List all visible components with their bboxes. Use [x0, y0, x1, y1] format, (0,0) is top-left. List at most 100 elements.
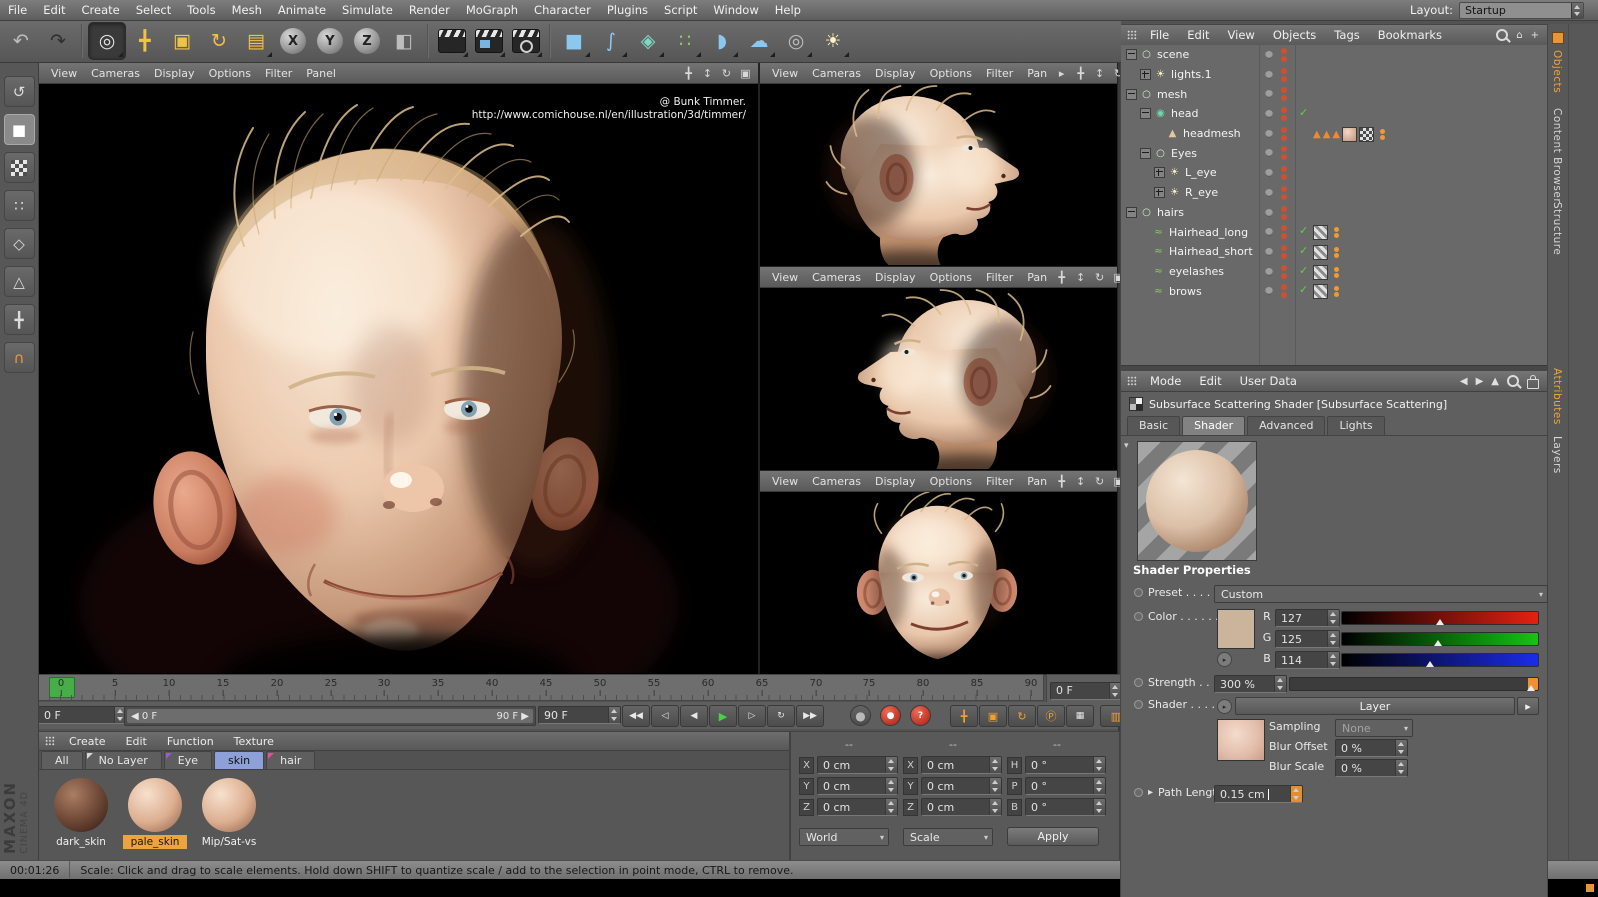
end-frame-field[interactable]: 90 F [538, 706, 621, 724]
am-menu-edit[interactable]: Edit [1190, 374, 1230, 388]
editor-visibility-dot[interactable] [1265, 228, 1273, 237]
stepper[interactable] [1395, 760, 1407, 776]
viewport-canvas[interactable] [760, 288, 1117, 469]
editor-visibility-dot[interactable] [1265, 90, 1273, 99]
timeline-ruler[interactable]: 0 5 10 15 20 25 30 35 40 45 50 55 60 65 … [38, 674, 1044, 701]
material-item[interactable]: Mip/Sat-vs [197, 778, 261, 849]
blue-field[interactable]: 114 [1275, 651, 1340, 669]
viewport-canvas[interactable]: @ Bunk Timmer. http://www.comichouse.nl/… [39, 84, 758, 673]
am-menu-user-data[interactable]: User Data [1231, 374, 1306, 388]
record-button[interactable]: ● [850, 705, 871, 726]
head-render-profile-left[interactable] [760, 288, 1117, 469]
material-menu-edit[interactable]: Edit [116, 735, 157, 748]
tree-row-scene[interactable]: ○ scene [1121, 45, 1547, 65]
collapse-preview-icon[interactable]: ▾ [1124, 441, 1129, 451]
goto-start-button[interactable]: ◀◀ [622, 705, 650, 727]
material-menu-function[interactable]: Function [157, 735, 224, 748]
z-axis-lock-button[interactable]: Z [349, 23, 385, 59]
layout-stepper[interactable] [1571, 2, 1583, 18]
vp-menu-options[interactable]: Options [202, 67, 258, 80]
vp-menu-options[interactable]: Options [923, 67, 979, 80]
blue-slider[interactable] [1341, 653, 1539, 667]
previous-frame-button[interactable]: ◀ [680, 705, 708, 727]
material-item[interactable]: pale_skin [123, 778, 187, 849]
green-field[interactable]: 125 [1275, 630, 1340, 648]
vp-menu-view[interactable]: View [765, 271, 805, 284]
stepper[interactable] [1395, 740, 1407, 756]
tab-basic[interactable]: Basic [1127, 416, 1181, 435]
om-menu-view[interactable]: View [1219, 28, 1264, 42]
head-render-profile-right[interactable] [760, 84, 1117, 265]
hair-tag-icon[interactable] [1330, 226, 1343, 239]
render-visibility-dots[interactable] [1281, 48, 1287, 62]
material-preview-sphere[interactable] [128, 778, 182, 832]
lock-icon[interactable] [1527, 374, 1539, 389]
pos-x-field[interactable]: 0 cm [817, 756, 898, 774]
previous-key-button[interactable]: ◁ [651, 705, 679, 727]
om-menu-objects[interactable]: Objects [1264, 28, 1325, 42]
modeling-button[interactable]: ∷ [667, 23, 703, 59]
autokey-button[interactable]: ? [910, 705, 931, 726]
head-render-front[interactable] [760, 492, 1117, 673]
om-menu-tags[interactable]: Tags [1325, 28, 1368, 42]
rot-b-field[interactable]: 0 ° [1025, 798, 1106, 816]
preview-range-slider[interactable]: ◀ 0 F 90 F ▶ [124, 706, 536, 726]
slider-handle[interactable] [1436, 619, 1444, 625]
menu-simulate[interactable]: Simulate [334, 0, 401, 20]
vp-menu-options[interactable]: Options [923, 475, 979, 488]
om-menu-bookmarks[interactable]: Bookmarks [1369, 28, 1451, 42]
shader-preview[interactable] [1137, 441, 1257, 561]
model-mode-button[interactable]: ■ [3, 114, 35, 145]
menu-file[interactable]: File [0, 0, 35, 20]
material-tab-hair[interactable]: hair [266, 751, 316, 769]
spline-button[interactable]: ∫ [593, 23, 629, 59]
enabled-check-icon[interactable]: ✓ [1299, 264, 1308, 277]
undo-button[interactable]: ↶ [3, 23, 39, 59]
shader-menu-button[interactable]: ▸ [1517, 697, 1539, 715]
red-field[interactable]: 127 [1275, 609, 1340, 627]
stepper[interactable] [1274, 676, 1286, 692]
render-visibility-dots[interactable] [1281, 126, 1287, 141]
editor-visibility-dot[interactable] [1265, 70, 1273, 79]
primitive-cube-button[interactable]: ■ [556, 23, 592, 59]
material-tab-eye[interactable]: Eye [163, 751, 212, 769]
world-dropdown[interactable]: World ▾ [799, 828, 889, 846]
stepper[interactable] [989, 757, 1001, 773]
record-rotation-button[interactable]: ↻ [1008, 705, 1036, 727]
collapse-icon[interactable] [1126, 206, 1137, 218]
menu-plugins[interactable]: Plugins [599, 0, 656, 20]
menu-create[interactable]: Create [74, 0, 128, 20]
vp-menu-cameras[interactable]: Cameras [805, 475, 868, 488]
tree-row-mesh[interactable]: ○ mesh [1121, 84, 1547, 104]
menu-script[interactable]: Script [656, 0, 705, 20]
stepper[interactable] [1327, 652, 1339, 668]
editor-visibility-dot[interactable] [1265, 267, 1273, 276]
hair-material-tag-icon[interactable] [1313, 244, 1328, 260]
editor-visibility-dot[interactable] [1265, 188, 1273, 197]
shader-expand-button[interactable]: ▸ [1217, 699, 1232, 714]
am-menu-mode[interactable]: Mode [1141, 374, 1190, 388]
tab-content-browser[interactable]: Content Browser [1551, 108, 1563, 203]
render-visibility-dots[interactable] [1281, 107, 1287, 122]
material-tab-no-layer[interactable]: No Layer [84, 751, 162, 769]
add-bookmark-icon[interactable]: + [1531, 30, 1539, 41]
snap-button[interactable]: ∩ [3, 342, 35, 373]
apply-button[interactable]: Apply [1007, 827, 1099, 846]
editor-visibility-dot[interactable] [1265, 129, 1273, 138]
render-picture-viewer-button[interactable] [471, 23, 507, 59]
viewport-canvas[interactable] [760, 492, 1117, 673]
stepper[interactable] [1093, 757, 1105, 773]
render-settings-button[interactable] [508, 23, 544, 59]
record-parameter-button[interactable]: Ⓟ [1037, 705, 1065, 727]
tree-row-l-eye[interactable]: ☀ L_eye [1121, 163, 1547, 183]
expand-icon[interactable] [1140, 69, 1151, 81]
stepper[interactable] [1093, 799, 1105, 815]
polygon-mode-button[interactable]: △ [3, 266, 35, 297]
range-end-grip[interactable]: 90 F ▶ [496, 711, 529, 722]
stepper[interactable] [989, 799, 1001, 815]
edge-mode-button[interactable]: ◇ [3, 228, 35, 259]
viewport-rotate-icon[interactable]: ↻ [719, 67, 734, 80]
deformer-button[interactable]: ◗ [704, 23, 740, 59]
play-button[interactable]: ▶ [709, 705, 737, 727]
vp-menu-cameras[interactable]: Cameras [84, 67, 147, 80]
